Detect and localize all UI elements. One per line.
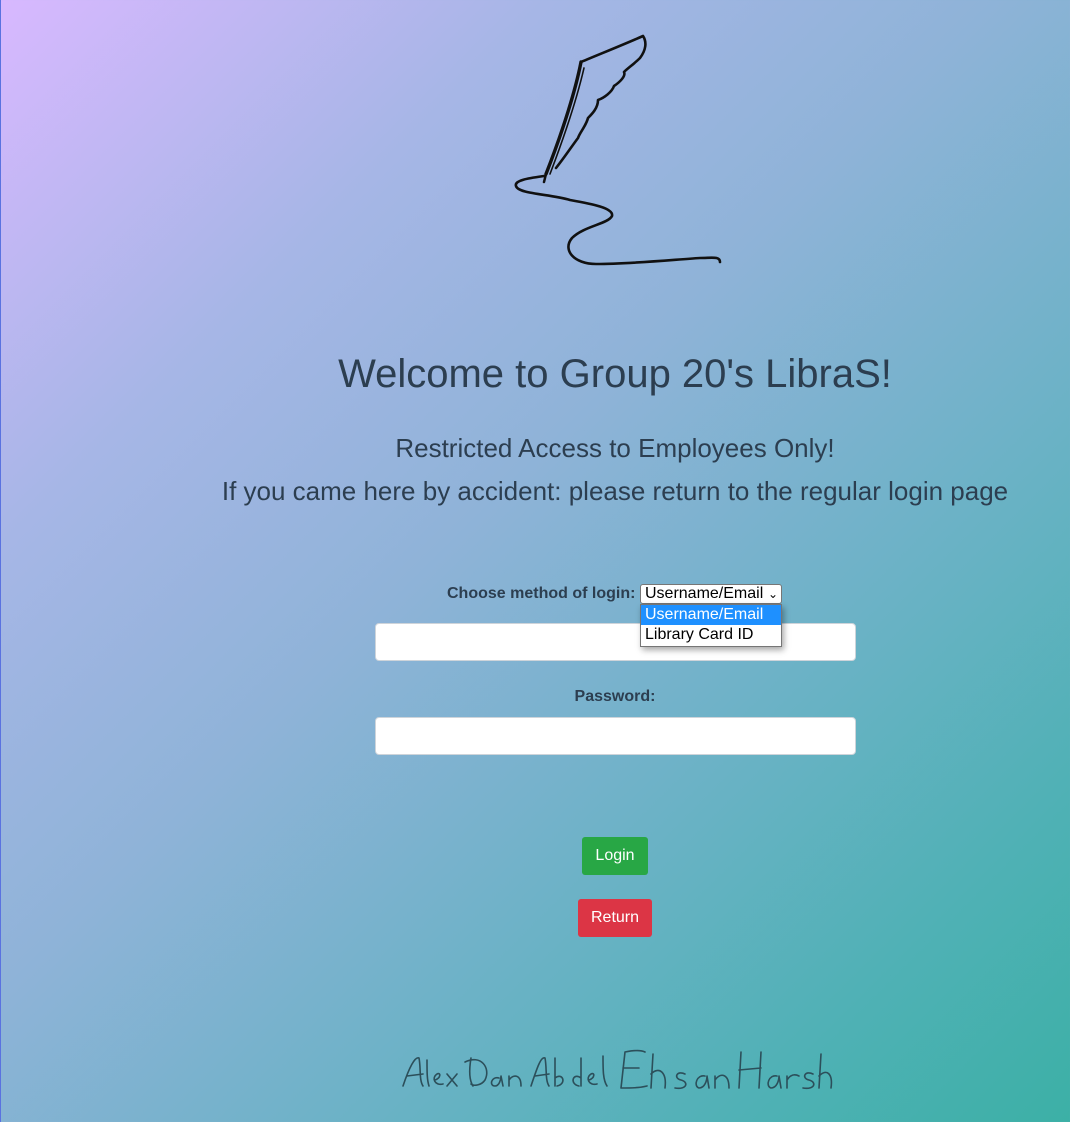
login-method-select-value: Username/Email xyxy=(645,585,764,602)
login-method-select[interactable]: Username/Email ⌄ xyxy=(640,584,782,604)
quill-logo-icon xyxy=(514,34,722,266)
dropdown-option-username-email[interactable]: Username/Email xyxy=(641,605,781,625)
login-method-label: Choose method of login: xyxy=(447,585,636,602)
accident-notice: If you came here by accident: please ret… xyxy=(221,476,1009,506)
password-label: Password: xyxy=(574,688,656,705)
team-signatures xyxy=(402,1049,833,1090)
dropdown-option-library-card-id[interactable]: Library Card ID xyxy=(641,625,781,645)
login-button[interactable]: Login xyxy=(582,837,648,875)
chevron-down-icon: ⌄ xyxy=(767,587,778,601)
password-input[interactable] xyxy=(375,717,856,755)
login-method-dropdown-list: Username/Email Library Card ID xyxy=(640,604,782,647)
username-input[interactable] xyxy=(375,623,856,661)
restricted-notice: Restricted Access to Employees Only! xyxy=(395,433,835,463)
left-edge-border xyxy=(0,0,1,1122)
page-title: Welcome to Group 20's LibraS! xyxy=(338,352,892,396)
return-button[interactable]: Return xyxy=(578,899,652,937)
